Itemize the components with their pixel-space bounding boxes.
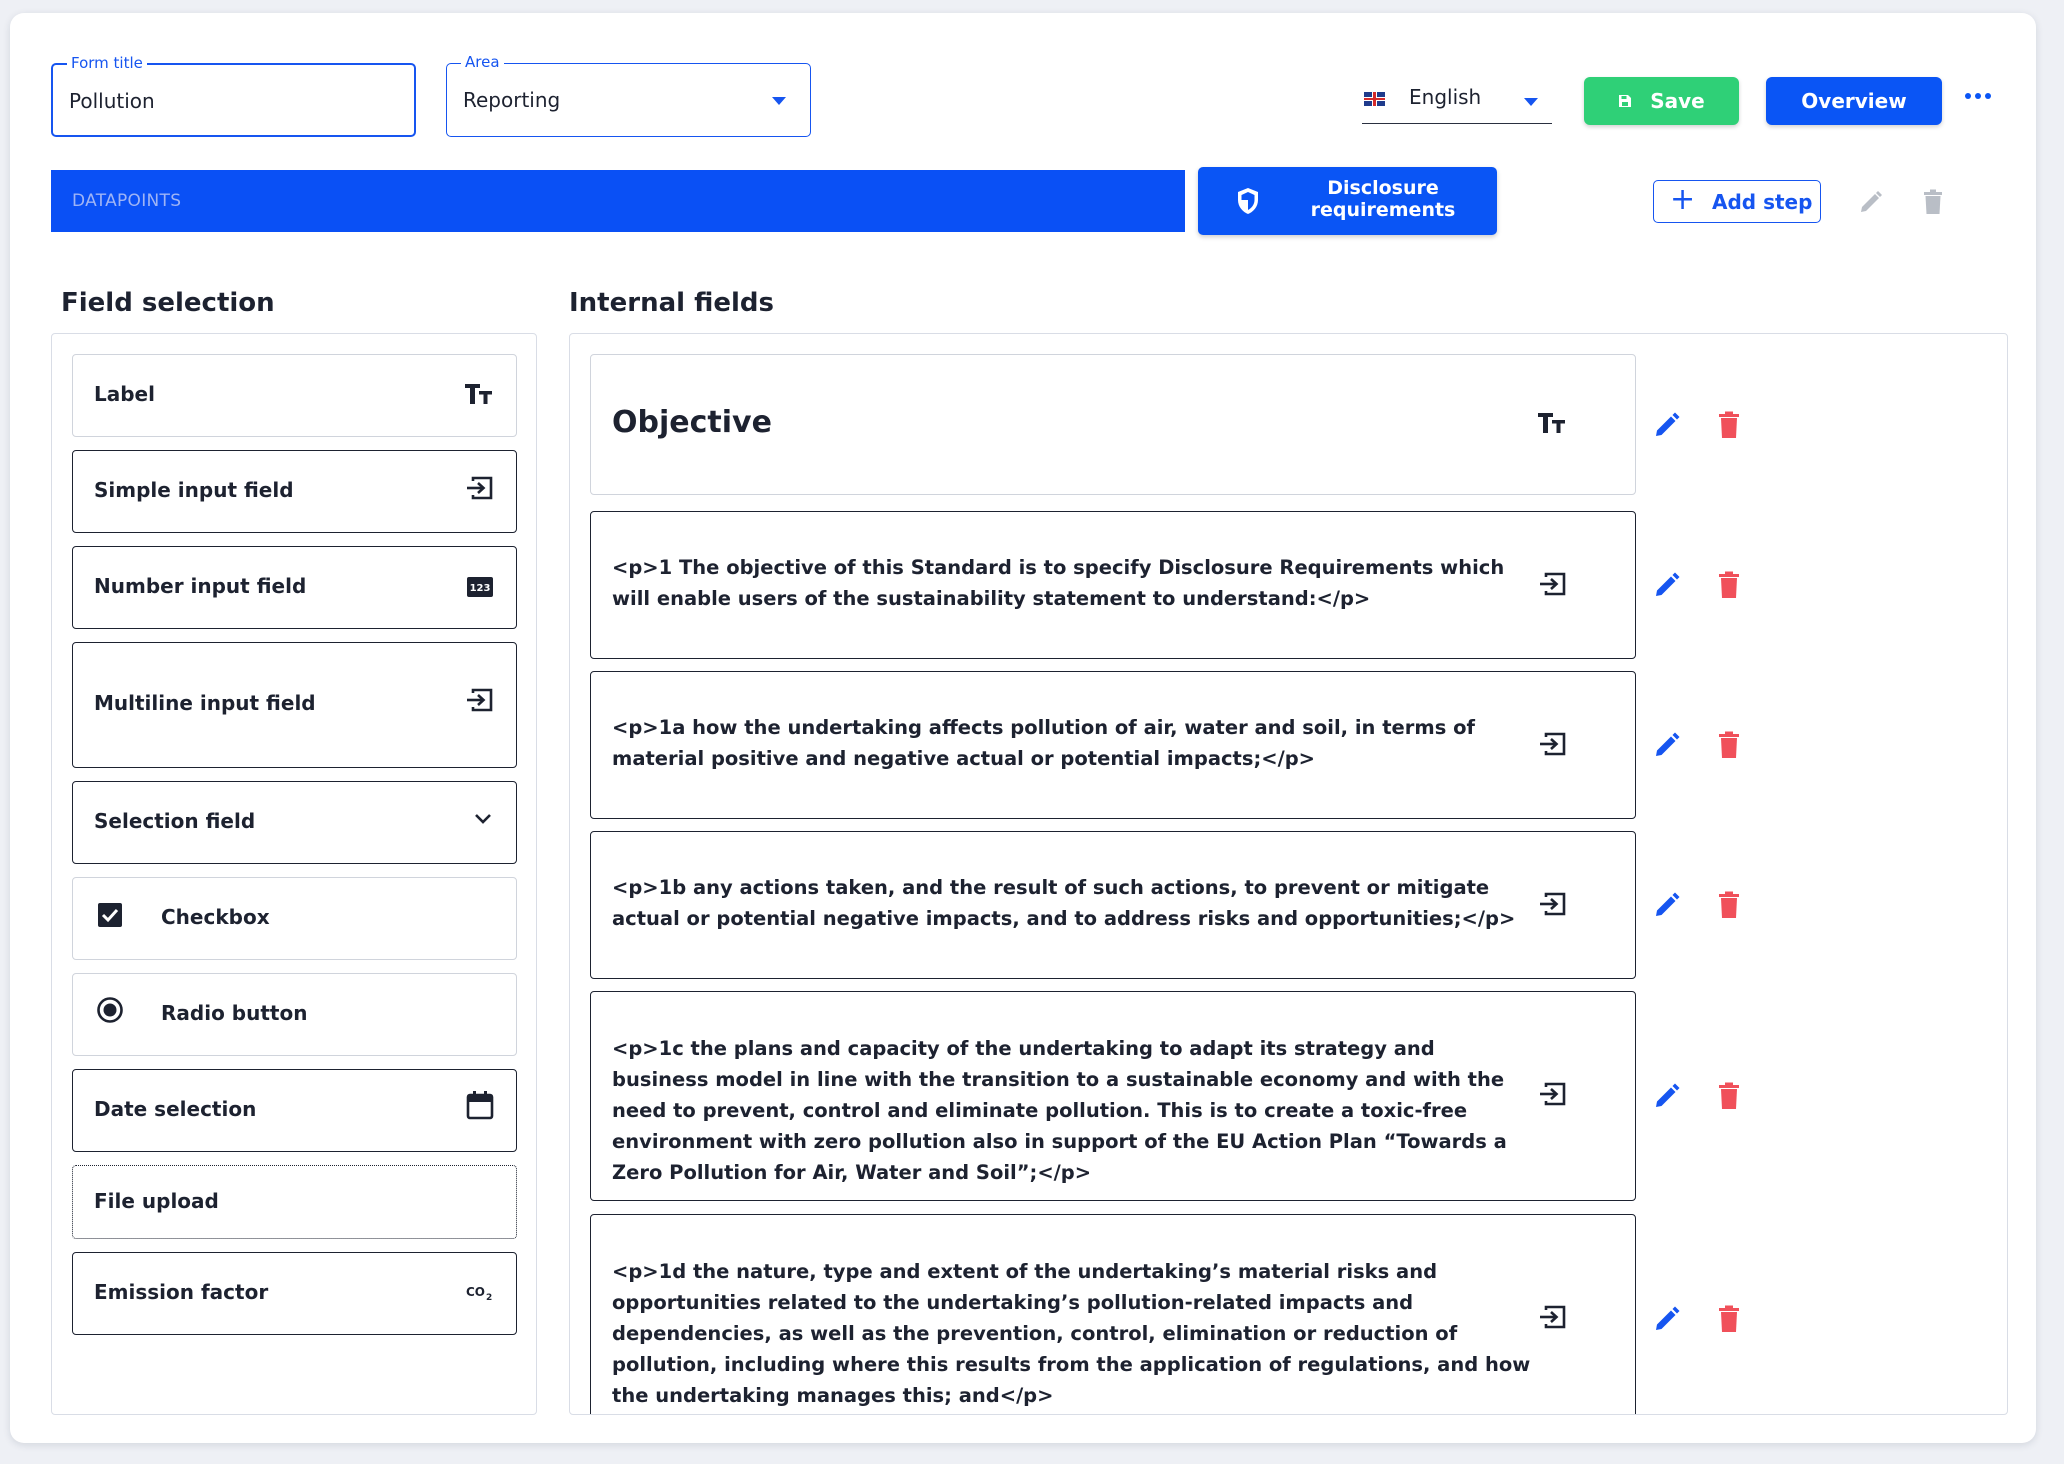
svg-text:123: 123 [470, 583, 491, 594]
overview-button[interactable]: Overview [1766, 77, 1942, 125]
pencil-icon[interactable] [1653, 891, 1681, 923]
internal-field-text: <p>1 The objective of this Standard is t… [612, 556, 1505, 610]
save-label: Save [1650, 89, 1705, 113]
form-editor-card: Form title Pollution Area Reporting Engl… [10, 13, 2036, 1443]
palette-item-radio-button[interactable]: Radio button [72, 973, 517, 1056]
svg-text:2: 2 [486, 1293, 492, 1302]
internal-field-card[interactable]: <p>1 The objective of this Standard is t… [590, 511, 1636, 659]
palette-item-selection-field-text: Selection field [94, 809, 256, 833]
palette-item-label[interactable]: Label [72, 354, 517, 437]
datapoints-tab[interactable]: DATAPOINTS [51, 170, 1185, 232]
internal-fields-heading: Internal fields [569, 288, 774, 318]
field-selection-panel: Label Simple input field Number input fi… [51, 333, 537, 1415]
internal-field-text: <p>1c the plans and capacity of the unde… [612, 1037, 1507, 1184]
internal-field-card[interactable]: <p>1c the plans and capacity of the unde… [590, 991, 1636, 1201]
palette-item-file-upload-text: File upload [94, 1189, 219, 1213]
pencil-icon[interactable] [1653, 411, 1681, 443]
internal-fields-panel: Objective <p>1 The objective of this Sta… [569, 333, 2008, 1415]
pencil-icon[interactable] [1653, 1305, 1681, 1337]
disclosure-requirements-button[interactable]: Disclosure requirements [1198, 167, 1497, 235]
palette-item-radio-button-text: Radio button [161, 1001, 308, 1025]
datapoints-tab-label: DATAPOINTS [72, 191, 182, 211]
internal-field-card[interactable]: Objective [590, 354, 1636, 495]
add-step-button[interactable]: + Add step [1653, 180, 1821, 223]
pencil-icon[interactable] [1858, 189, 1884, 219]
disclosure-requirements-label: Disclosure requirements [1310, 177, 1456, 221]
internal-field-text: Objective [612, 405, 772, 440]
trash-icon[interactable] [1718, 411, 1740, 443]
input-icon [1537, 570, 1567, 602]
save-button[interactable]: Save [1584, 77, 1739, 125]
internal-field-text: <p>1d the nature, type and extent of the… [612, 1260, 1531, 1407]
input-icon [1537, 890, 1567, 922]
overview-label: Overview [1801, 89, 1907, 113]
field-selection-heading: Field selection [61, 288, 275, 318]
pencil-icon[interactable] [1653, 571, 1681, 603]
add-step-label: Add step [1712, 190, 1813, 214]
text-size-icon [464, 381, 494, 411]
checkbox-checked-icon [97, 902, 123, 932]
palette-item-date-selection[interactable]: Date selection [72, 1069, 517, 1152]
palette-item-number-input-text: Number input field [94, 574, 307, 598]
palette-item-multiline-input-text: Multiline input field [94, 691, 316, 715]
palette-item-label-text: Label [94, 382, 155, 406]
caret-down-icon [1524, 98, 1538, 106]
palette-item-date-selection-text: Date selection [94, 1097, 257, 1121]
input-icon [464, 474, 494, 506]
area-legend: Area [461, 53, 504, 71]
palette-item-selection-field[interactable]: Selection field [72, 781, 517, 864]
trash-icon[interactable] [1718, 731, 1740, 763]
palette-item-number-input[interactable]: Number input field 123 [72, 546, 517, 629]
calendar-icon [466, 1090, 494, 1124]
area-select[interactable]: Area Reporting [446, 53, 811, 137]
palette-item-emission-factor-text: Emission factor [94, 1280, 269, 1304]
area-value: Reporting [463, 88, 561, 112]
internal-field-text: <p>1b any actions taken, and the result … [612, 876, 1516, 930]
trash-icon[interactable] [1718, 891, 1740, 923]
radio-selected-icon [96, 996, 124, 1028]
trash-icon[interactable] [1718, 1305, 1740, 1337]
input-icon [1537, 1080, 1567, 1112]
input-icon [1537, 730, 1567, 762]
palette-item-simple-input-text: Simple input field [94, 478, 294, 502]
text-size-icon [1537, 410, 1567, 440]
palette-item-file-upload[interactable]: File upload [72, 1165, 517, 1239]
form-title-input[interactable]: Pollution [69, 89, 155, 113]
pencil-icon[interactable] [1653, 731, 1681, 763]
numeric-123-icon: 123 [466, 576, 494, 602]
plus-icon: + [1670, 182, 1696, 217]
form-title-field[interactable]: Form title Pollution [51, 54, 416, 137]
more-horizontal-icon[interactable] [1965, 93, 1991, 99]
form-title-legend: Form title [67, 54, 147, 72]
chevron-down-icon [472, 808, 494, 832]
palette-item-emission-factor[interactable]: Emission factor CO 2 [72, 1252, 517, 1335]
trash-icon[interactable] [1922, 189, 1944, 219]
palette-item-multiline-input[interactable]: Multiline input field [72, 642, 517, 768]
internal-field-card[interactable]: <p>1a how the undertaking affects pollut… [590, 671, 1636, 819]
pencil-icon[interactable] [1653, 1082, 1681, 1114]
input-icon [464, 686, 494, 718]
palette-item-checkbox[interactable]: Checkbox [72, 877, 517, 960]
save-icon [1618, 89, 1632, 113]
internal-field-text: <p>1a how the undertaking affects pollut… [612, 716, 1475, 770]
uk-flag-icon [1364, 92, 1385, 106]
co2-icon: CO 2 [466, 1284, 494, 1306]
internal-field-card[interactable]: <p>1b any actions taken, and the result … [590, 831, 1636, 979]
input-icon [1537, 1303, 1567, 1335]
shield-icon [1236, 187, 1260, 219]
caret-down-icon [772, 97, 786, 105]
palette-item-checkbox-text: Checkbox [161, 905, 270, 929]
language-select[interactable]: English [1362, 81, 1552, 124]
language-value: English [1409, 85, 1482, 109]
trash-icon[interactable] [1718, 571, 1740, 603]
internal-field-card[interactable]: <p>1d the nature, type and extent of the… [590, 1214, 1636, 1414]
trash-icon[interactable] [1718, 1082, 1740, 1114]
palette-item-simple-input[interactable]: Simple input field [72, 450, 517, 533]
svg-text:CO: CO [466, 1285, 485, 1299]
